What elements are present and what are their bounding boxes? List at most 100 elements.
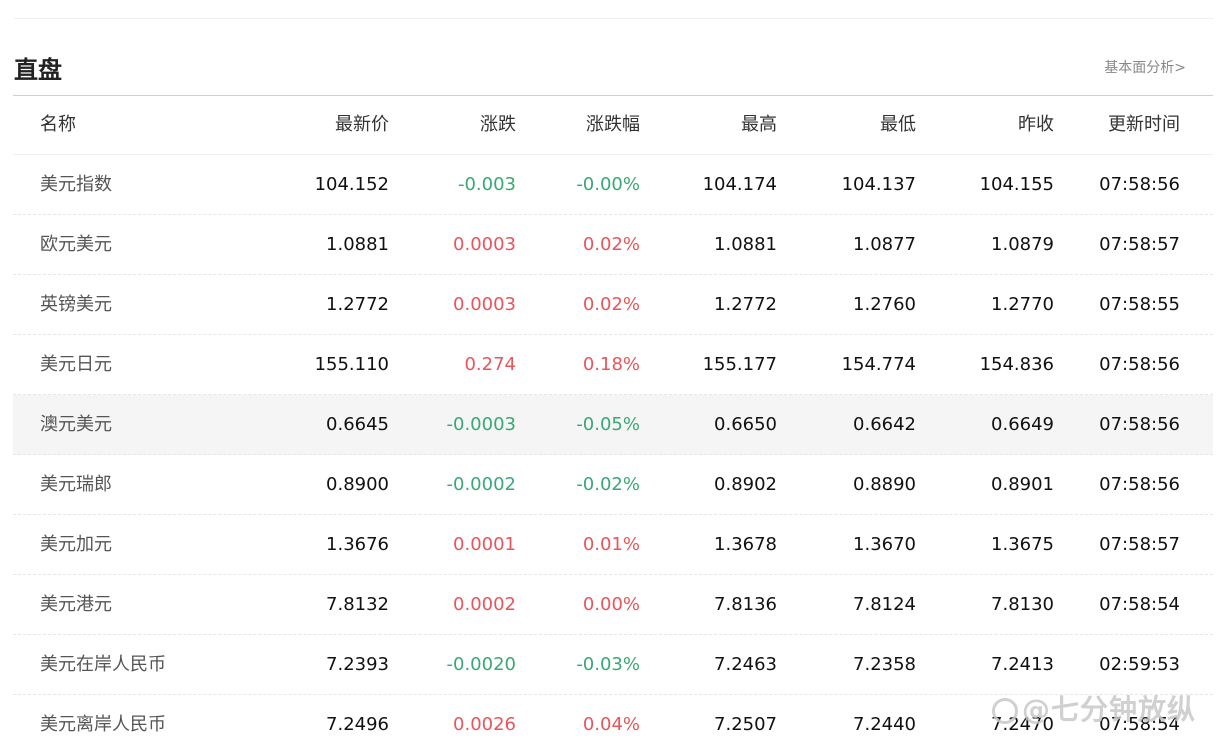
table-row[interactable]: 美元在岸人民币 7.2393 -0.0020 -0.03% 7.2463 7.2358 7.… <box>13 635 1213 695</box>
cell-prev-close: 0.6649 <box>991 414 1054 435</box>
header-name: 名称 <box>40 114 76 135</box>
cell-change: 0.0003 <box>453 294 516 315</box>
cell-change: -0.0002 <box>446 474 516 495</box>
table-header-row: 名称 最新价 涨跌 涨跌幅 最高 最低 昨收 更新时间 <box>13 96 1213 155</box>
header-high: 最高 <box>741 114 777 135</box>
cell-change-pct: -0.00% <box>576 174 640 195</box>
cell-change-pct: -0.02% <box>576 474 640 495</box>
cell-prev-close: 1.2770 <box>991 294 1054 315</box>
cell-name[interactable]: 欧元美元 <box>40 215 112 274</box>
cell-prev-close: 7.2470 <box>991 714 1054 735</box>
cell-time: 07:58:56 <box>1099 354 1180 375</box>
cell-prev-close: 7.8130 <box>991 594 1054 615</box>
cell-time: 07:58:54 <box>1099 714 1180 735</box>
cell-time: 02:59:53 <box>1099 654 1180 675</box>
cell-last: 7.2393 <box>326 654 389 675</box>
table-row[interactable]: 美元瑞郎 0.8900 -0.0002 -0.02% 0.8902 0.8890 0.890… <box>13 455 1213 515</box>
table-row[interactable]: 澳元美元 0.6645 -0.0003 -0.05% 0.6650 0.6642 0.664… <box>13 395 1213 455</box>
cell-change-pct: 0.04% <box>582 714 640 735</box>
table-row[interactable]: 美元日元 155.110 0.274 0.18% 155.177 154.774 154.8… <box>13 335 1213 395</box>
table-row[interactable]: 美元离岸人民币 7.2496 0.0026 0.04% 7.2507 7.2440 7.24… <box>13 695 1213 752</box>
cell-low: 1.3670 <box>853 534 916 555</box>
cell-low: 0.6642 <box>853 414 916 435</box>
section-title: 直盘 <box>14 56 62 84</box>
cell-prev-close: 1.0879 <box>991 234 1054 255</box>
cell-change-pct: 0.02% <box>582 234 640 255</box>
cell-high: 155.177 <box>702 354 777 375</box>
cell-prev-close: 7.2413 <box>991 654 1054 675</box>
header-change-pct: 涨跌幅 <box>586 114 640 135</box>
header-low: 最低 <box>880 114 916 135</box>
cell-change-pct: 0.02% <box>582 294 640 315</box>
cell-high: 1.2772 <box>714 294 777 315</box>
table-row[interactable]: 美元加元 1.3676 0.0001 0.01% 1.3678 1.3670 1.3675 0… <box>13 515 1213 575</box>
table-row[interactable]: 美元港元 7.8132 0.0002 0.00% 7.8136 7.8124 7.8130 0… <box>13 575 1213 635</box>
cell-time: 07:58:56 <box>1099 174 1180 195</box>
cell-low: 7.2358 <box>853 654 916 675</box>
cell-low: 1.0877 <box>853 234 916 255</box>
cell-last: 0.6645 <box>326 414 389 435</box>
cell-change-pct: 0.01% <box>582 534 640 555</box>
cell-change: 0.274 <box>464 354 516 375</box>
cell-time: 07:58:56 <box>1099 414 1180 435</box>
cell-change-pct: 0.18% <box>582 354 640 375</box>
table-body: 美元指数 104.152 -0.003 -0.00% 104.174 104.137 104… <box>13 155 1213 752</box>
cell-low: 1.2760 <box>853 294 916 315</box>
header-time: 更新时间 <box>1108 114 1180 135</box>
cell-time: 07:58:57 <box>1099 234 1180 255</box>
cell-name[interactable]: 美元日元 <box>40 335 112 394</box>
cell-last: 1.2772 <box>326 294 389 315</box>
cell-name[interactable]: 美元加元 <box>40 515 112 574</box>
quotes-page: 直盘 基本面分析> 名称 最新价 涨跌 涨跌幅 最高 最低 昨收 更新时间 美元… <box>0 0 1218 752</box>
table-row[interactable]: 欧元美元 1.0881 0.0003 0.02% 1.0881 1.0877 1.0879 0… <box>13 215 1213 275</box>
cell-change-pct: -0.05% <box>576 414 640 435</box>
top-divider <box>14 18 1214 19</box>
cell-name[interactable]: 美元瑞郎 <box>40 455 112 514</box>
fundamental-analysis-link[interactable]: 基本面分析> <box>1104 57 1186 77</box>
cell-time: 07:58:56 <box>1099 474 1180 495</box>
cell-change: 0.0001 <box>453 534 516 555</box>
cell-name[interactable]: 美元指数 <box>40 155 112 214</box>
cell-change: -0.003 <box>457 174 516 195</box>
cell-prev-close: 0.8901 <box>991 474 1054 495</box>
quotes-table: 名称 最新价 涨跌 涨跌幅 最高 最低 昨收 更新时间 美元指数 104.152 -… <box>13 96 1213 752</box>
cell-high: 7.2463 <box>714 654 777 675</box>
cell-high: 1.3678 <box>714 534 777 555</box>
cell-prev-close: 104.155 <box>979 174 1054 195</box>
cell-low: 7.8124 <box>853 594 916 615</box>
cell-change: 0.0002 <box>453 594 516 615</box>
cell-name[interactable]: 英镑美元 <box>40 275 112 334</box>
cell-change: -0.0020 <box>446 654 516 675</box>
cell-low: 7.2440 <box>853 714 916 735</box>
cell-last: 155.110 <box>314 354 389 375</box>
cell-change: -0.0003 <box>446 414 516 435</box>
cell-low: 104.137 <box>841 174 916 195</box>
cell-name[interactable]: 澳元美元 <box>40 395 112 454</box>
cell-time: 07:58:54 <box>1099 594 1180 615</box>
cell-prev-close: 1.3675 <box>991 534 1054 555</box>
cell-low: 0.8890 <box>853 474 916 495</box>
cell-high: 0.8902 <box>714 474 777 495</box>
cell-change: 0.0003 <box>453 234 516 255</box>
cell-last: 7.2496 <box>326 714 389 735</box>
cell-change: 0.0026 <box>453 714 516 735</box>
cell-change-pct: -0.03% <box>576 654 640 675</box>
cell-last: 1.3676 <box>326 534 389 555</box>
cell-last: 104.152 <box>314 174 389 195</box>
header-prev-close: 昨收 <box>1018 114 1054 135</box>
table-row[interactable]: 美元指数 104.152 -0.003 -0.00% 104.174 104.137 104… <box>13 155 1213 215</box>
cell-name[interactable]: 美元港元 <box>40 575 112 634</box>
cell-high: 0.6650 <box>714 414 777 435</box>
header-last: 最新价 <box>335 114 389 135</box>
header-change: 涨跌 <box>480 114 516 135</box>
cell-high: 104.174 <box>702 174 777 195</box>
cell-time: 07:58:55 <box>1099 294 1180 315</box>
cell-high: 1.0881 <box>714 234 777 255</box>
table-row[interactable]: 英镑美元 1.2772 0.0003 0.02% 1.2772 1.2760 1.2770 0… <box>13 275 1213 335</box>
cell-name[interactable]: 美元在岸人民币 <box>40 635 166 694</box>
cell-name[interactable]: 美元离岸人民币 <box>40 695 166 752</box>
cell-high: 7.8136 <box>714 594 777 615</box>
cell-high: 7.2507 <box>714 714 777 735</box>
cell-last: 7.8132 <box>326 594 389 615</box>
cell-prev-close: 154.836 <box>979 354 1054 375</box>
